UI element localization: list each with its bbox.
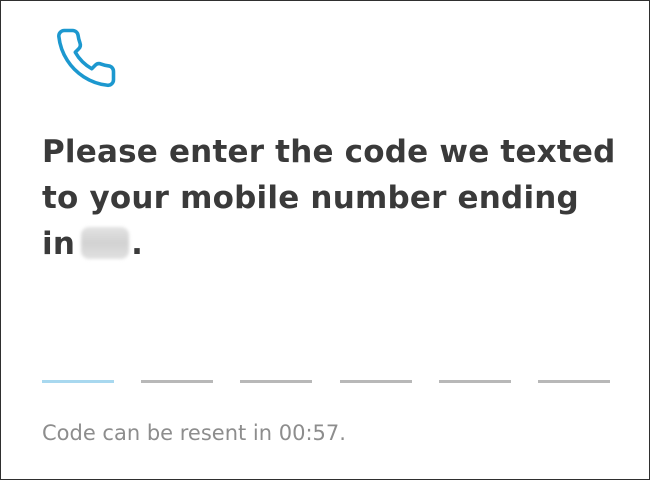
resend-countdown-text: Code can be resent in 00:57. — [42, 421, 346, 445]
verification-code-input — [42, 359, 610, 383]
code-digit-1[interactable] — [42, 359, 114, 383]
code-digit-6[interactable] — [537, 359, 610, 383]
instruction-text: Please enter the code we texted to your … — [42, 129, 622, 267]
code-digit-4[interactable] — [339, 359, 412, 383]
code-digit-2[interactable] — [141, 359, 214, 383]
code-digit-3[interactable] — [240, 359, 313, 383]
verification-screen: Please enter the code we texted to your … — [0, 0, 650, 480]
phone-icon — [57, 28, 116, 88]
masked-phone-digits — [81, 227, 130, 259]
instruction-end-punctuation: . — [131, 226, 144, 262]
code-digit-5[interactable] — [438, 359, 511, 383]
